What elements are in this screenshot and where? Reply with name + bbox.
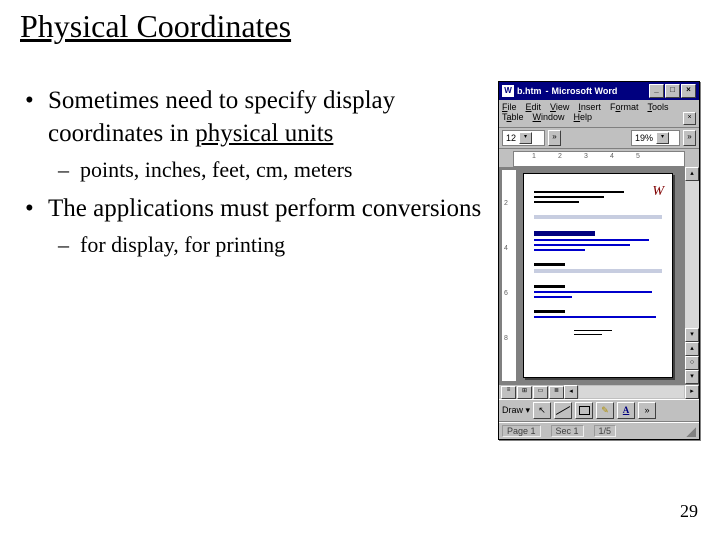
font-color-icon[interactable]: A (617, 402, 635, 419)
print-view-icon[interactable]: ▭ (533, 386, 548, 399)
fill-color-icon[interactable]: ✎ (596, 402, 614, 419)
menu-window[interactable]: Window (533, 112, 565, 125)
scroll-up-icon[interactable]: ▴ (685, 167, 699, 181)
close-button[interactable]: × (681, 84, 696, 98)
menu-file[interactable]: File (502, 102, 517, 112)
formatting-toolbar: 12 ▾ » 19% ▾ » (499, 128, 699, 149)
menu-table[interactable]: Table (502, 112, 524, 125)
minimize-button[interactable]: _ (649, 84, 664, 98)
app-name: Microsoft Word (552, 86, 618, 96)
drawing-toolbar: Draw ▾ ↖ ✎ A » (499, 399, 699, 422)
menu-insert[interactable]: Insert (578, 102, 601, 112)
maximize-button[interactable]: □ (665, 84, 680, 98)
vertical-ruler[interactable]: 2 4 6 8 (501, 169, 517, 382)
font-size-combo[interactable]: 12 ▾ (502, 130, 545, 146)
chevron-down-icon[interactable]: ▾ (656, 132, 669, 144)
status-bar: Page 1 Sec 1 1/5 (499, 422, 699, 439)
draw-more-icon[interactable]: » (638, 402, 656, 419)
toolbar-more-2[interactable]: » (683, 130, 696, 146)
rectangle-tool-icon[interactable] (575, 402, 593, 419)
menu-format[interactable]: Format (610, 102, 639, 112)
menu-view[interactable]: View (550, 102, 569, 112)
word-app-screenshot: W b.htm - Microsoft Word _ □ × File Edit… (498, 81, 700, 440)
outline-view-icon[interactable]: ≣ (549, 386, 564, 399)
browse-object-icon[interactable]: ○ (685, 356, 699, 370)
web-view-icon[interactable]: ⊞ (517, 386, 532, 399)
doc-name: b.htm (517, 86, 542, 96)
draw-menu[interactable]: Draw ▾ (502, 405, 530, 416)
horizontal-ruler[interactable]: 1 2 3 4 5 (513, 151, 685, 167)
header-logo: W (640, 184, 664, 202)
bullet-2: The applications must perform conversion… (20, 193, 490, 260)
slide-title: Physical Coordinates (20, 8, 700, 45)
horizontal-scrollbar[interactable]: ≡ ⊞ ▭ ≣ ◂ ▸ (499, 384, 699, 399)
zoom-combo[interactable]: 19% ▾ (631, 130, 680, 146)
bullet-list: Sometimes need to specify display coordi… (20, 85, 498, 268)
bullet-2-sub: for display, for printing (48, 231, 490, 260)
scroll-down-icon[interactable]: ▾ (685, 328, 699, 342)
chevron-down-icon[interactable]: ▾ (519, 132, 532, 144)
resize-grip-icon[interactable] (684, 425, 696, 437)
document-page: W (523, 173, 673, 378)
document-canvas[interactable]: W (517, 167, 684, 384)
status-page: Page 1 (502, 425, 541, 437)
browse-next-icon[interactable]: ▾ (685, 370, 699, 384)
menu-help[interactable]: Help (574, 112, 593, 125)
bullet-1: Sometimes need to specify display coordi… (20, 85, 490, 185)
scroll-left-icon[interactable]: ◂ (564, 385, 578, 399)
titlebar: W b.htm - Microsoft Word _ □ × (499, 82, 699, 100)
toolbar-more-1[interactable]: » (548, 130, 561, 146)
normal-view-icon[interactable]: ≡ (501, 386, 516, 399)
status-position: 1/5 (594, 425, 617, 437)
menu-bar: File Edit View Insert Format Tools Table… (499, 100, 699, 128)
bullet-1-sub: points, inches, feet, cm, meters (48, 156, 490, 185)
scroll-right-icon[interactable]: ▸ (685, 385, 699, 399)
mdi-close-button[interactable]: × (683, 112, 696, 125)
browse-prev-icon[interactable]: ▴ (685, 342, 699, 356)
slide-page-number: 29 (680, 501, 698, 522)
menu-tools[interactable]: Tools (647, 102, 668, 112)
line-tool-icon[interactable] (554, 402, 572, 419)
word-doc-icon: W (502, 85, 514, 97)
status-section: Sec 1 (551, 425, 584, 437)
vertical-scrollbar[interactable]: ▴ ▾ ▴ ○ ▾ (684, 167, 699, 384)
select-arrow-icon[interactable]: ↖ (533, 402, 551, 419)
menu-edit[interactable]: Edit (526, 102, 542, 112)
